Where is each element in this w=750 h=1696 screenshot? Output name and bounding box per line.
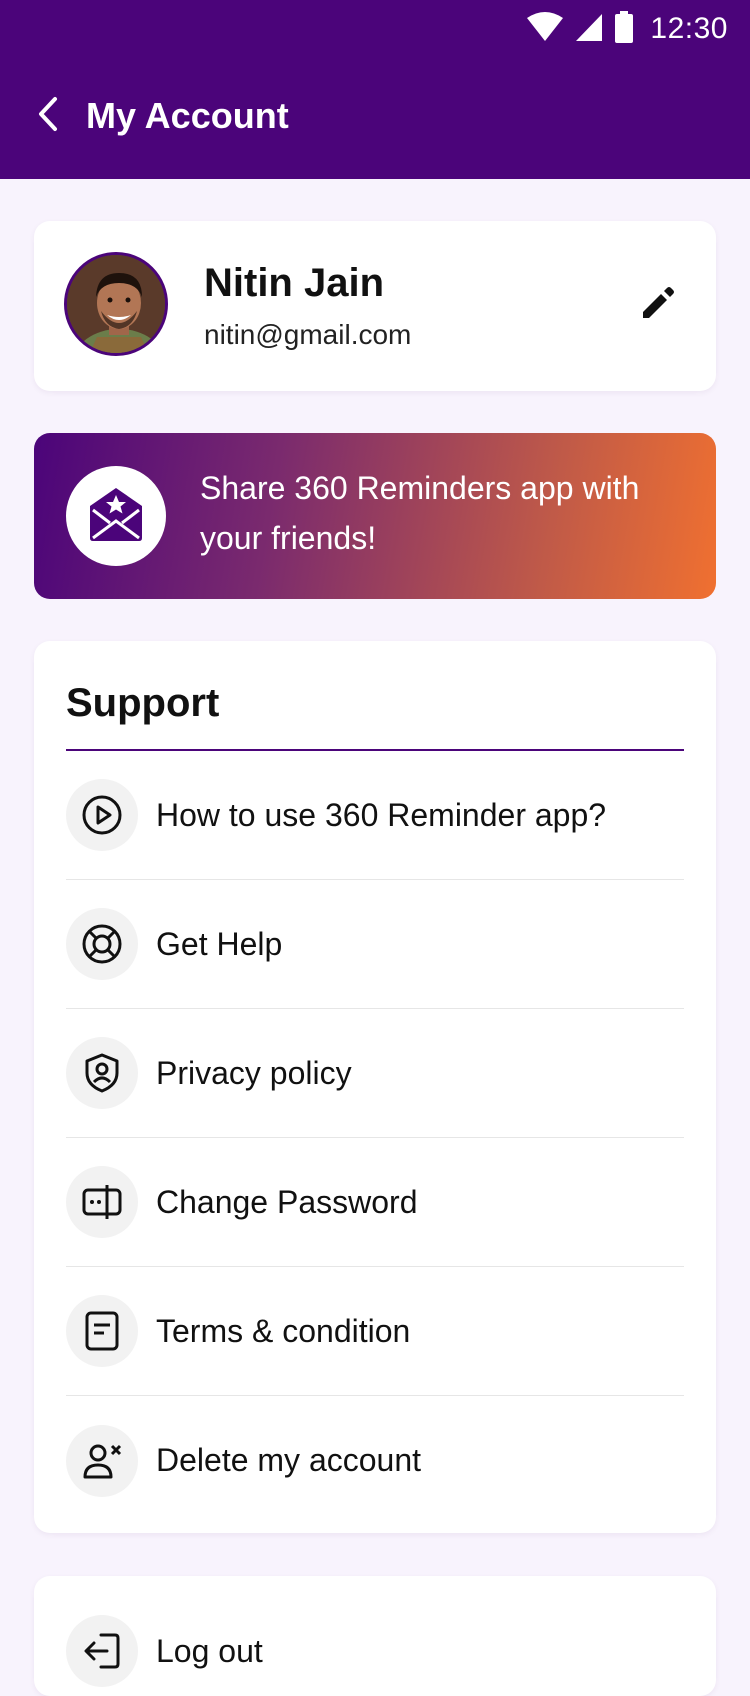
logout-card: Log out xyxy=(34,1576,716,1696)
menu-item-get-help[interactable]: Get Help xyxy=(66,880,684,1009)
app-header: 12:30 My Account xyxy=(0,0,750,179)
app-bar: My Account xyxy=(30,88,289,144)
share-app-banner[interactable]: Share 360 Reminders app with your friend… xyxy=(34,433,716,599)
profile-name: Nitin Jain xyxy=(204,261,385,305)
user-remove-icon xyxy=(66,1424,138,1497)
menu-item-label: Privacy policy xyxy=(156,1054,352,1091)
menu-item-privacy-policy[interactable]: Privacy policy xyxy=(66,1009,684,1138)
menu-item-label: How to use 360 Reminder app? xyxy=(156,796,607,833)
logout-button[interactable]: Log out xyxy=(66,1606,263,1696)
back-button[interactable] xyxy=(30,96,66,136)
menu-item-delete-account[interactable]: Delete my account xyxy=(66,1396,684,1525)
support-card: Support How to use 360 Reminder app? Get… xyxy=(34,641,716,1533)
document-icon xyxy=(66,1295,138,1367)
profile-email: nitin@gmail.com xyxy=(204,319,412,350)
status-time: 12:30 xyxy=(650,12,728,45)
share-banner-text: Share 360 Reminders app with your friend… xyxy=(200,470,640,556)
wifi-icon xyxy=(526,11,564,47)
pencil-icon xyxy=(640,285,676,326)
share-icon-container xyxy=(66,466,166,566)
profile-card: Nitin Jain nitin@gmail.com xyxy=(34,221,716,391)
page-title: My Account xyxy=(86,95,289,136)
menu-item-how-to-use[interactable]: How to use 360 Reminder app? xyxy=(66,751,684,880)
signal-icon xyxy=(574,12,604,47)
logout-label: Log out xyxy=(156,1632,263,1669)
menu-item-label: Get Help xyxy=(156,925,283,962)
battery-icon xyxy=(614,10,634,48)
menu-item-label: Terms & condition xyxy=(156,1312,411,1349)
logout-icon xyxy=(66,1615,138,1687)
lifebuoy-icon xyxy=(66,908,138,980)
envelope-star-icon xyxy=(86,486,146,547)
edit-profile-button[interactable] xyxy=(634,281,682,329)
menu-item-change-password[interactable]: Change Password xyxy=(66,1138,684,1267)
shield-user-icon xyxy=(66,1037,138,1109)
play-circle-icon xyxy=(66,779,138,851)
status-bar: 12:30 xyxy=(526,8,728,50)
password-icon xyxy=(66,1166,138,1238)
menu-item-terms[interactable]: Terms & condition xyxy=(66,1267,684,1396)
menu-item-label: Change Password xyxy=(156,1183,418,1220)
menu-item-label: Delete my account xyxy=(156,1442,422,1478)
support-heading: Support xyxy=(66,681,220,725)
support-menu: How to use 360 Reminder app? Get Help Pr… xyxy=(66,751,684,1525)
chevron-left-icon xyxy=(36,96,60,137)
avatar[interactable] xyxy=(64,252,168,356)
